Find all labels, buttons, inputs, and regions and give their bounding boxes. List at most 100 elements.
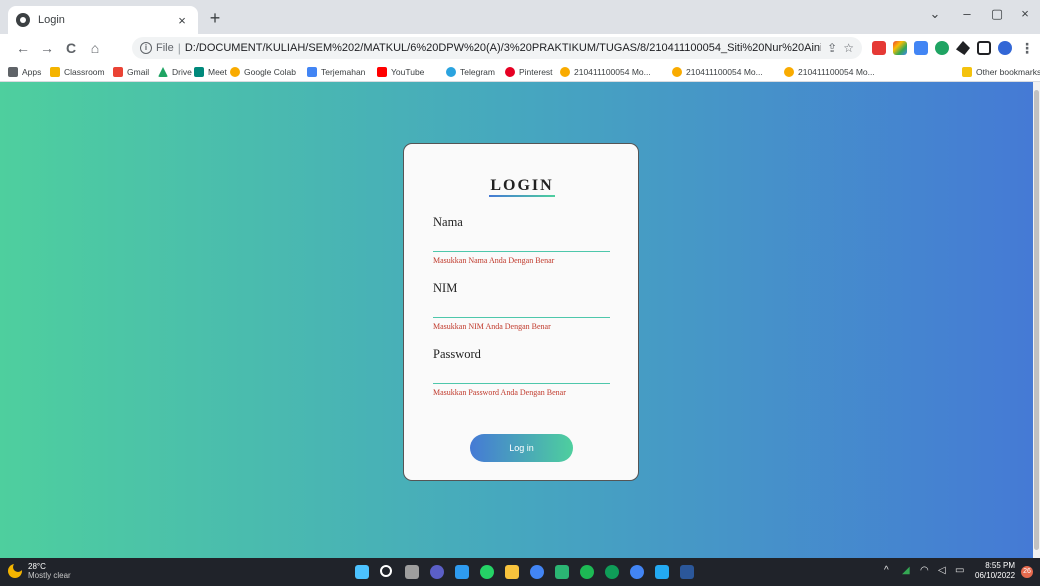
chrome-icon[interactable]	[630, 565, 644, 579]
meet-icon	[194, 67, 204, 77]
site-info-icon[interactable]: i	[140, 42, 152, 54]
bookmark-pinterest[interactable]: Pinterest	[505, 65, 553, 79]
extension-icon[interactable]	[872, 41, 886, 55]
colab-icon	[672, 67, 682, 77]
url-separator: |	[177, 41, 181, 55]
whatsapp-icon[interactable]	[480, 565, 494, 579]
file-explorer-icon[interactable]	[505, 565, 519, 579]
search-icon[interactable]	[380, 565, 392, 577]
tab-login[interactable]: Login ×	[8, 6, 198, 34]
weather-condition: Mostly clear	[28, 571, 71, 580]
password-label: Password	[433, 347, 481, 361]
password-input[interactable]	[433, 366, 610, 384]
bookmark-telegram[interactable]: Telegram	[446, 65, 495, 79]
login-button[interactable]: Log in	[470, 434, 573, 462]
extension-icon[interactable]	[914, 41, 928, 55]
reload-button[interactable]: C	[62, 39, 80, 57]
clock-date: 06/10/2022	[975, 571, 1016, 580]
close-tab-icon[interactable]: ×	[174, 13, 190, 28]
bookmark-meet[interactable]: Meet	[194, 65, 227, 79]
minimize-button[interactable]: –	[956, 6, 978, 21]
system-clock[interactable]: 8:55 PM 06/10/2022	[975, 561, 1015, 581]
bookmark-colab-notebook[interactable]: 210411100054 Mo...	[784, 65, 875, 79]
title-underline	[489, 195, 555, 197]
page-scrollbar[interactable]	[1033, 82, 1040, 558]
tab-title: Login	[38, 14, 65, 26]
bookmark-colab[interactable]: Google Colab	[230, 65, 296, 79]
home-button[interactable]: ⌂	[86, 39, 104, 57]
bookmark-apps[interactable]: Apps	[8, 65, 41, 79]
colab-icon	[560, 67, 570, 77]
volume-icon[interactable]: ◁	[938, 565, 946, 576]
bookmark-star-icon[interactable]: ☆	[843, 41, 854, 55]
menu-kebab-icon[interactable]: ⋮	[1018, 39, 1036, 57]
edge-icon[interactable]	[605, 565, 619, 579]
youtube-icon	[377, 67, 387, 77]
nim-error: Masukkan NIM Anda Dengan Benar	[433, 322, 551, 331]
bookmark-gmail[interactable]: Gmail	[113, 65, 149, 79]
forward-button[interactable]: →	[38, 39, 56, 57]
chevron-up-icon[interactable]: ^	[884, 565, 889, 576]
restore-button[interactable]: ▢	[986, 6, 1008, 22]
pinterest-icon	[505, 67, 515, 77]
sidepanel-icon[interactable]	[977, 41, 991, 55]
telegram-icon	[446, 67, 456, 77]
bookmark-terjemahan[interactable]: Terjemahan	[307, 65, 365, 79]
login-title: LOGIN	[490, 177, 554, 194]
url-scheme: File	[156, 42, 174, 54]
clock-time: 8:55 PM	[985, 561, 1015, 570]
battery-icon[interactable]: ▭	[955, 565, 964, 576]
translate-icon	[307, 67, 317, 77]
share-icon[interactable]: ⇪	[827, 41, 837, 55]
vscode-icon[interactable]	[655, 565, 669, 579]
login-card: LOGIN Nama Masukkan Nama Anda Dengan Ben…	[403, 143, 639, 481]
task-view-icon[interactable]	[405, 565, 419, 579]
tab-search-dropdown-icon[interactable]: ⌄	[924, 6, 946, 22]
tab-strip: Login × + ⌄ – ▢ ×	[0, 0, 1040, 34]
bookmark-drive[interactable]: Drive	[158, 65, 192, 79]
apps-grid-icon	[8, 67, 18, 77]
classroom-icon	[50, 67, 60, 77]
page-background: LOGIN Nama Masukkan Nama Anda Dengan Ben…	[0, 82, 1033, 558]
start-icon[interactable]	[355, 565, 369, 579]
profile-avatar[interactable]	[998, 41, 1012, 55]
chrome-icon[interactable]	[530, 565, 544, 579]
drive-sync-icon[interactable]: ◢	[902, 565, 910, 576]
extensions-puzzle-icon[interactable]	[956, 41, 970, 55]
app-icon[interactable]	[555, 565, 569, 579]
notification-badge[interactable]: 26	[1021, 566, 1033, 578]
bookmark-colab-notebook[interactable]: 210411100054 Mo...	[560, 65, 651, 79]
wifi-icon[interactable]: ◠	[920, 565, 929, 576]
bookmark-other[interactable]: Other bookmarks	[962, 65, 1040, 79]
browser-toolbar: ← → C ⌂ i File | D:/DOCUMENT/KULIAH/SEM%…	[0, 34, 1040, 62]
app-icon[interactable]	[455, 565, 469, 579]
close-window-button[interactable]: ×	[1014, 6, 1036, 21]
spotify-icon[interactable]	[580, 565, 594, 579]
bookmark-classroom[interactable]: Classroom	[50, 65, 105, 79]
colab-icon	[230, 67, 240, 77]
windows-taskbar: 28°C Mostly clear ^ ◢ ◠ ◁ ▭ 8:55 PM 06/1…	[0, 558, 1040, 586]
colab-icon	[784, 67, 794, 77]
extension-icon[interactable]	[935, 41, 949, 55]
gmail-icon	[113, 67, 123, 77]
extension-icon[interactable]	[893, 41, 907, 55]
nama-input[interactable]	[433, 234, 610, 252]
url-text[interactable]: D:/DOCUMENT/KULIAH/SEM%202/MATKUL/6%20DP…	[185, 42, 821, 54]
drive-icon	[158, 67, 168, 77]
bookmarks-bar: Apps Classroom Gmail Drive Meet Google C…	[0, 62, 1040, 82]
nama-label: Nama	[433, 215, 463, 229]
address-bar[interactable]: i File | D:/DOCUMENT/KULIAH/SEM%202/MATK…	[132, 37, 862, 59]
moon-icon	[8, 562, 23, 578]
bookmark-youtube[interactable]: YouTube	[377, 65, 424, 79]
word-icon[interactable]	[680, 565, 694, 579]
nama-error: Masukkan Nama Anda Dengan Benar	[433, 256, 555, 265]
back-button[interactable]: ←	[14, 39, 32, 57]
nim-input[interactable]	[433, 300, 610, 318]
new-tab-button[interactable]: +	[204, 8, 226, 30]
globe-icon	[16, 13, 30, 27]
password-error: Masukkan Password Anda Dengan Benar	[433, 388, 566, 397]
bookmark-colab-notebook[interactable]: 210411100054 Mo...	[672, 65, 763, 79]
chat-icon[interactable]	[430, 565, 444, 579]
weather-widget[interactable]: 28°C Mostly clear	[8, 562, 71, 580]
nim-label: NIM	[433, 281, 458, 295]
